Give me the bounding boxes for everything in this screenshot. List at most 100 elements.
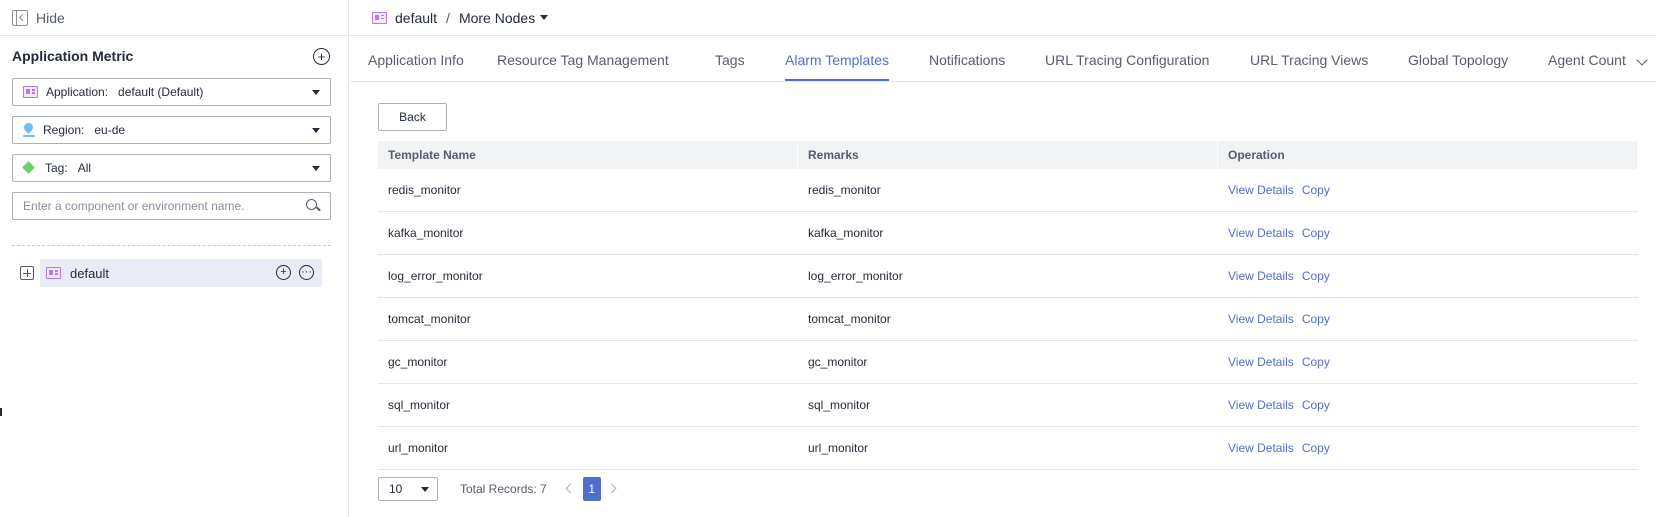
template-name-cell: log_error_monitor: [388, 269, 483, 283]
more-nodes-label: More Nodes: [458, 9, 536, 26]
alarm-templates-content: Back Template Name Remarks Operation red…: [350, 82, 1656, 517]
column-header-operation: Operation: [1218, 141, 1638, 169]
view-details-link[interactable]: View Details: [1228, 398, 1294, 412]
table-row: gc_monitor gc_monitor View Details Copy: [378, 341, 1638, 384]
sidebar: Hide Application Metric + Application: d…: [0, 0, 349, 517]
component-search: [12, 192, 331, 220]
tag-select[interactable]: Tag: All: [12, 154, 331, 182]
application-select[interactable]: Application: default (Default): [12, 78, 331, 106]
region-select-value: eu-de: [94, 123, 126, 137]
tab-global-topology[interactable]: Global Topology: [1408, 52, 1508, 68]
previous-page-icon[interactable]: [561, 477, 579, 501]
tab-alarm-templates[interactable]: Alarm Templates: [785, 52, 890, 81]
hide-sidebar-button[interactable]: Hide: [0, 0, 348, 36]
page-size-select[interactable]: 10: [378, 477, 438, 501]
next-page-icon[interactable]: [605, 477, 623, 501]
breadcrumb-current[interactable]: default: [395, 10, 437, 26]
remarks-cell: url_monitor: [808, 441, 869, 455]
template-name-cell: tomcat_monitor: [388, 312, 471, 326]
remarks-cell: gc_monitor: [808, 355, 868, 369]
tab-url-tracing-views[interactable]: URL Tracing Views: [1250, 52, 1368, 68]
column-header-template-name: Template Name: [378, 141, 798, 169]
chevron-down-icon[interactable]: [1636, 54, 1648, 66]
tab-application-info[interactable]: Application Info: [368, 52, 464, 68]
operation-cell: View Details Copy: [1218, 255, 1638, 297]
pagination: 10 Total Records: 7 1: [378, 477, 623, 501]
tab-tags[interactable]: Tags: [715, 52, 745, 68]
remarks-cell: kafka_monitor: [808, 226, 884, 240]
remarks-cell: tomcat_monitor: [808, 312, 891, 326]
location-pin-icon: [23, 123, 35, 137]
region-select[interactable]: Region: eu-de: [12, 116, 331, 144]
hide-label: Hide: [36, 9, 65, 26]
tree-node-default[interactable]: default + ···: [40, 259, 322, 287]
more-nodes-dropdown[interactable]: More Nodes: [458, 9, 549, 26]
alarm-templates-table: Template Name Remarks Operation redis_mo…: [378, 141, 1638, 470]
template-name-cell: sql_monitor: [388, 398, 451, 412]
operation-cell: View Details Copy: [1218, 169, 1638, 211]
table-header: Template Name Remarks Operation: [378, 141, 1638, 169]
column-header-remarks: Remarks: [798, 141, 1218, 169]
copy-link[interactable]: Copy: [1302, 398, 1330, 412]
component-search-input[interactable]: [13, 193, 330, 219]
copy-link[interactable]: Copy: [1302, 441, 1330, 455]
tab-agent-count[interactable]: Agent Count: [1548, 52, 1626, 68]
copy-link[interactable]: Copy: [1302, 226, 1330, 240]
application-icon: [23, 86, 38, 98]
view-details-link[interactable]: View Details: [1228, 183, 1294, 197]
tab-url-tracing-configuration[interactable]: URL Tracing Configuration: [1045, 52, 1209, 68]
expand-plus-icon[interactable]: [20, 266, 34, 280]
view-details-link[interactable]: View Details: [1228, 269, 1294, 283]
application-select-value: default (Default): [118, 85, 204, 99]
view-details-link[interactable]: View Details: [1228, 312, 1294, 326]
operation-cell: View Details Copy: [1218, 341, 1638, 383]
copy-link[interactable]: Copy: [1302, 312, 1330, 326]
operation-cell: View Details Copy: [1218, 427, 1638, 469]
template-name-cell: redis_monitor: [388, 183, 461, 197]
more-options-icon[interactable]: ···: [299, 265, 314, 280]
tree-node-label: default: [70, 265, 110, 281]
caret-down-icon: [421, 487, 429, 492]
view-details-link[interactable]: View Details: [1228, 226, 1294, 240]
tag-select-label: Tag:: [45, 161, 68, 175]
caret-down-icon: [312, 128, 320, 133]
remarks-cell: sql_monitor: [808, 398, 871, 412]
application-icon: [372, 11, 387, 24]
tab-notifications[interactable]: Notifications: [929, 52, 1005, 68]
add-node-icon[interactable]: +: [276, 265, 291, 280]
view-details-link[interactable]: View Details: [1228, 355, 1294, 369]
sidebar-header: Application Metric +: [12, 46, 330, 66]
tag-icon: [23, 162, 37, 174]
breadcrumb-separator: /: [446, 9, 450, 26]
application-select-label: Application:: [46, 85, 109, 99]
tree-row-default: default + ···: [12, 259, 322, 287]
tree-node-actions: + ···: [276, 265, 314, 280]
copy-link[interactable]: Copy: [1302, 269, 1330, 283]
tab-bar: Application Info Resource Tag Management…: [350, 36, 1656, 82]
page-number-button[interactable]: 1: [582, 477, 601, 501]
total-records: Total Records: 7: [460, 482, 547, 496]
collapse-panel-icon: [12, 9, 28, 26]
sidebar-title: Application Metric: [12, 48, 134, 64]
remarks-cell: log_error_monitor: [808, 269, 903, 283]
view-details-link[interactable]: View Details: [1228, 441, 1294, 455]
search-icon[interactable]: [306, 199, 320, 213]
back-button[interactable]: Back: [378, 103, 447, 131]
template-name-cell: url_monitor: [388, 441, 449, 455]
tab-resource-tag-management[interactable]: Resource Tag Management: [497, 52, 669, 68]
page-size-value: 10: [389, 482, 403, 496]
copy-link[interactable]: Copy: [1302, 183, 1330, 197]
application-icon: [46, 267, 61, 279]
caret-down-icon: [312, 166, 320, 171]
breadcrumb: default / More Nodes: [350, 0, 1656, 36]
table-row: tomcat_monitor tomcat_monitor View Detai…: [378, 298, 1638, 341]
table-row: log_error_monitor log_error_monitor View…: [378, 255, 1638, 298]
template-name-cell: gc_monitor: [388, 355, 448, 369]
main-panel: default / More Nodes Application Info Re…: [350, 0, 1656, 517]
copy-link[interactable]: Copy: [1302, 355, 1330, 369]
add-circle-icon[interactable]: +: [313, 47, 330, 65]
table-row: sql_monitor sql_monitor View Details Cop…: [378, 384, 1638, 427]
resize-handle[interactable]: [0, 408, 2, 416]
caret-down-icon: [540, 15, 549, 20]
operation-cell: View Details Copy: [1218, 384, 1638, 426]
